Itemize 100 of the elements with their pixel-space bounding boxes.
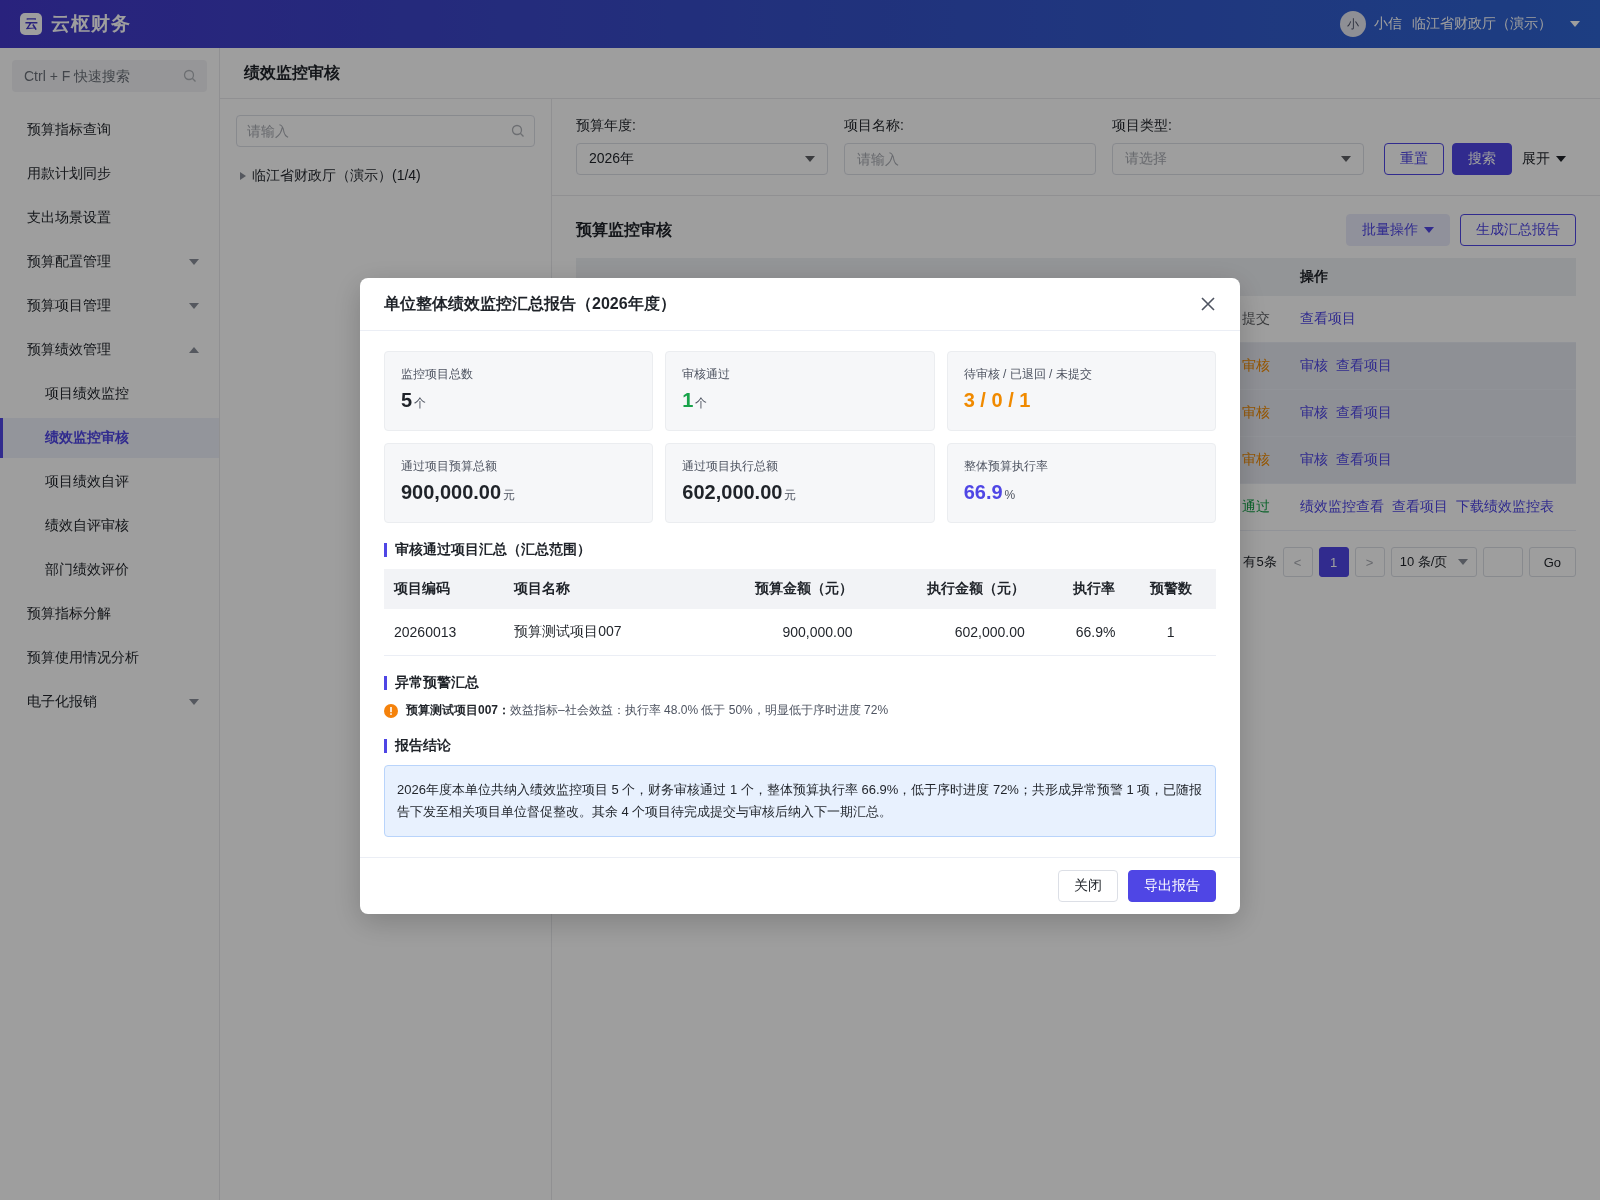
stat-value: 602,000.00 <box>682 481 783 503</box>
status-text: 审核 <box>1242 404 1271 422</box>
section-marker <box>384 543 387 557</box>
column-header: 操作 <box>1300 268 1329 286</box>
action-link[interactable]: 查看项目 <box>1336 451 1392 469</box>
search-button[interactable]: 搜索 <box>1452 143 1512 175</box>
logo-mark: 云 <box>20 13 42 35</box>
sidebar-item[interactable]: 预算项目管理 <box>0 286 219 326</box>
sidebar-item[interactable]: 部门绩效评价 <box>0 550 219 590</box>
table-cell: 1 <box>1125 609 1216 656</box>
export-button[interactable]: 导出报告 <box>1128 870 1216 902</box>
status-text: 提交 <box>1242 310 1271 328</box>
stat-value: 3 / 0 / 1 <box>963 389 1031 411</box>
action-link[interactable]: 查看项目 <box>1336 357 1392 375</box>
collapse-caret-icon <box>189 347 199 353</box>
action-link[interactable]: 审核 <box>1300 451 1328 469</box>
status-text: 通过 <box>1242 498 1271 516</box>
stat-label: 通过项目预算总额 <box>401 458 498 475</box>
caret-icon <box>805 156 815 162</box>
sidebar-item[interactable]: 支出场景设置 <box>0 198 219 238</box>
column-header: 预警数 <box>1125 569 1216 609</box>
caret-icon <box>1570 21 1580 27</box>
page-size-select[interactable]: 10 条/页 <box>1390 547 1477 577</box>
field-label: 预算年度: <box>576 117 637 135</box>
sidebar-item[interactable]: 预算指标查询 <box>0 110 219 150</box>
table-cell: 900,000.00 <box>690 609 863 656</box>
page-number[interactable]: 1 <box>1318 547 1349 577</box>
stat-label: 通过项目执行总额 <box>682 458 780 475</box>
action-link[interactable]: 绩效监控查看 <box>1300 498 1384 516</box>
column-header: 执行金额（元） <box>862 569 1035 609</box>
sidebar-item[interactable]: 预算指标分解 <box>0 594 219 634</box>
stat-unit: % <box>1004 488 1016 502</box>
batch-action-button[interactable]: 批量操作 <box>1346 214 1450 246</box>
sidebar-item[interactable]: 预算配置管理 <box>0 242 219 282</box>
stat-label: 整体预算执行率 <box>963 458 1049 475</box>
field-label: 项目类型: <box>1112 117 1173 135</box>
total-count: 有5条 <box>1243 553 1277 571</box>
collapsed-caret-icon <box>240 172 246 180</box>
section-title: 报告结论 <box>395 737 451 755</box>
caret-icon <box>1457 559 1468 565</box>
expand-caret-icon <box>189 699 199 705</box>
stat-value: 1 <box>682 389 694 411</box>
sidebar-item[interactable]: 用款计划同步 <box>0 154 219 194</box>
select-field[interactable]: 2026年 <box>576 143 828 175</box>
sidebar-item[interactable]: 电子化报销 <box>0 682 219 722</box>
column-header: 预算金额（元） <box>690 569 863 609</box>
generate-report-button[interactable]: 生成汇总报告 <box>1460 214 1576 246</box>
sidebar-item[interactable]: 项目绩效自评 <box>0 462 219 502</box>
app-name: 云枢财务 <box>51 12 131 36</box>
column-header: 项目名称 <box>504 569 691 609</box>
table-cell: 602,000.00 <box>862 609 1035 656</box>
stat-value: 66.9 <box>963 481 1003 503</box>
page-title: 绩效监控审核 <box>244 62 340 83</box>
close-icon[interactable] <box>1200 296 1216 312</box>
warning-text: 预算测试项目007：效益指标–社会效益：执行率 48.0% 低于 50%，明显低于序时进度 72% <box>406 702 889 719</box>
action-link[interactable]: 审核 <box>1300 404 1328 422</box>
table-cell: 20260013 <box>384 609 505 656</box>
status-text: 审核 <box>1242 357 1271 375</box>
section-title: 异常预警汇总 <box>395 674 479 692</box>
section-title: 审核通过项目汇总（汇总范围） <box>395 541 591 559</box>
stat-unit: 元 <box>784 488 797 502</box>
status-text: 审核 <box>1242 451 1271 469</box>
stat-unit: 元 <box>503 488 516 502</box>
caret-icon <box>1424 227 1434 233</box>
sidebar-item[interactable]: 预算使用情况分析 <box>0 638 219 678</box>
sidebar-item[interactable]: 绩效监控审核 <box>0 418 219 458</box>
table-cell: 66.9% <box>1034 609 1126 656</box>
action-link[interactable]: 审核 <box>1300 357 1328 375</box>
action-link[interactable]: 下载绩效监控表 <box>1456 498 1554 516</box>
caret-icon <box>1341 156 1351 162</box>
stat-label: 待审核 / 已退回 / 未提交 <box>963 366 1093 383</box>
warning-icon <box>384 703 398 718</box>
stat-label: 监控项目总数 <box>401 366 474 383</box>
close-button[interactable]: 关闭 <box>1058 870 1118 902</box>
search-icon <box>183 69 197 83</box>
expand-caret-icon <box>189 259 199 265</box>
go-button[interactable]: Go <box>1528 547 1576 577</box>
field-label: 项目名称: <box>844 117 905 135</box>
action-link[interactable]: 查看项目 <box>1392 498 1448 516</box>
caret-icon <box>1556 156 1566 162</box>
expand-caret-icon <box>189 303 199 309</box>
user-avatar: 小 <box>1340 11 1366 37</box>
stat-label: 审核通过 <box>682 366 732 383</box>
dialog-title: 单位整体绩效监控汇总报告（2026年度） <box>384 293 677 314</box>
sidebar-item[interactable]: 预算绩效管理 <box>0 330 219 370</box>
user-name: 小信 <box>1374 15 1402 33</box>
search-icon <box>511 124 525 138</box>
column-header: 项目编码 <box>384 569 505 609</box>
search-field[interactable]: Ctrl + F 快速搜索 <box>12 60 207 92</box>
sidebar-item[interactable]: 绩效自评审核 <box>0 506 219 546</box>
expand-toggle[interactable]: 展开 <box>1520 143 1568 175</box>
action-link[interactable]: 查看项目 <box>1336 404 1392 422</box>
sidebar-item[interactable]: 项目绩效监控 <box>0 374 219 414</box>
tree-node[interactable]: 临江省财政厅（演示）(1/4) <box>236 161 535 191</box>
action-link[interactable]: 查看项目 <box>1300 310 1356 328</box>
section-marker <box>384 676 387 690</box>
reset-button[interactable]: 重置 <box>1384 143 1444 175</box>
conclusion-text: 2026年度本单位共纳入绩效监控项目 5 个，财务审核通过 1 个，整体预算执行率 66.9%，低于序时进度 72%；共形成异常预警 1 项，已随报告下发至相关项目单位督促整改。其余 4 个项目待完成提交与审核后纳入下一期汇总。 <box>384 765 1216 837</box>
organization-name: 临江省财政厅（演示） <box>1412 15 1552 33</box>
section-title: 预算监控审核 <box>576 219 673 240</box>
